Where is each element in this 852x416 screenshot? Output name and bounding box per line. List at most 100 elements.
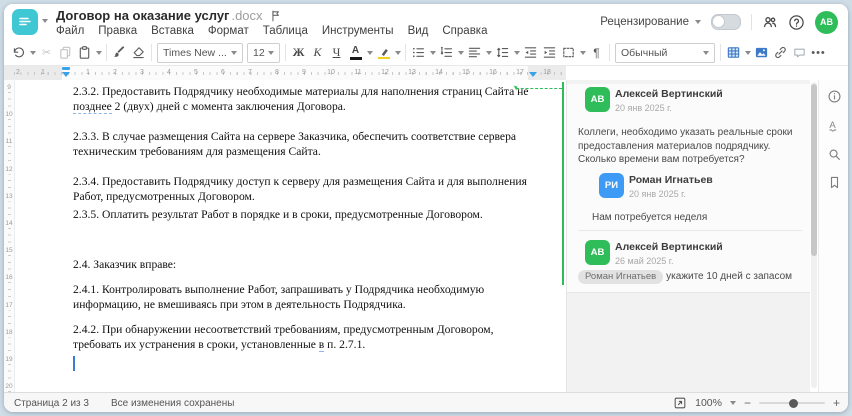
horizontal-ruler[interactable]: 2 1 1 2 3 4 5 6 7 8 9 10 11 12 13 14 15 16 17 18 <box>4 66 566 81</box>
numbered-list-dropdown[interactable] <box>456 42 465 64</box>
menu-format[interactable]: Формат <box>208 25 249 37</box>
comment-date: 20 янв 2025 г. <box>629 189 686 199</box>
more-tools-button[interactable]: ••• <box>809 42 828 64</box>
left-indent-marker[interactable] <box>62 72 70 77</box>
menu-help[interactable]: Справка <box>442 25 487 37</box>
search-button[interactable] <box>826 146 842 162</box>
doc-paragraph[interactable]: 2.3.3. В случае размещения Сайта на серв… <box>73 129 536 159</box>
vertical-scrollbar[interactable] <box>811 82 817 388</box>
paragraph-text: 2.3.5. Оплатить результат Работ в порядк… <box>73 208 483 221</box>
format-painter-button[interactable] <box>110 42 129 64</box>
ruler-number: 9 <box>302 69 306 76</box>
comment-text[interactable]: Нам потребуется неделя <box>592 211 804 225</box>
align-dropdown[interactable] <box>484 42 493 64</box>
menu-file[interactable]: Файл <box>56 25 84 37</box>
first-line-indent-marker[interactable] <box>62 67 70 70</box>
page-count-label[interactable]: Страница 2 из 3 <box>14 398 89 409</box>
menu-tools[interactable]: Инструменты <box>322 25 394 37</box>
font-color-dropdown[interactable] <box>365 42 374 64</box>
italic-button[interactable]: К <box>308 42 327 64</box>
font-color-button[interactable]: А <box>346 42 365 64</box>
doc-paragraph[interactable]: 2.4.1. Контролировать выполнение Работ, … <box>73 282 536 312</box>
font-size-select[interactable]: 12 <box>247 42 280 63</box>
insert-table-dropdown[interactable] <box>743 42 752 64</box>
font-name-select[interactable]: Times New ... <box>157 42 243 63</box>
review-mode-label: Рецензирование <box>600 16 689 28</box>
ruler-number: 8 <box>275 69 279 76</box>
scrollbar-thumb[interactable] <box>811 84 817 256</box>
doc-paragraph[interactable]: 2.3.2. Предоставить Подрядчику необходим… <box>73 84 536 114</box>
mention-chip[interactable]: Роман Игнатьев <box>578 270 664 284</box>
bookmark-button[interactable] <box>826 174 842 190</box>
ruler-number: 7 <box>248 69 252 76</box>
info-panel-button[interactable] <box>826 88 842 104</box>
header: Договор на оказание услуг .docx Файл Прав… <box>4 4 848 40</box>
highlight-button[interactable] <box>374 42 393 64</box>
toggle-knob <box>712 15 725 28</box>
menu-table[interactable]: Таблица <box>263 25 308 37</box>
bold-button[interactable]: Ж <box>289 42 308 64</box>
show-formatting-marks-button[interactable]: ¶ <box>587 42 606 64</box>
fit-width-icon[interactable] <box>673 396 687 410</box>
copy-button[interactable] <box>56 42 75 64</box>
zoom-out-button[interactable]: − <box>744 397 751 409</box>
ruler-number: 15 <box>4 247 14 256</box>
vertical-ruler[interactable]: 9 10 11 12 13 14 15 16 17 18 19 20 <box>4 80 15 392</box>
highlight-color-swatch <box>377 56 390 60</box>
line-spacing-dropdown[interactable] <box>512 42 521 64</box>
comment-text[interactable]: Роман Игнатьев укажите 10 дней с запасом <box>578 270 806 284</box>
doc-paragraph[interactable]: 2.3.5. Оплатить результат Работ в порядк… <box>73 207 536 222</box>
paste-dropdown[interactable] <box>94 42 103 64</box>
menu-edit[interactable]: Правка <box>98 25 137 37</box>
underline-button[interactable]: Ч <box>327 42 346 64</box>
zoom-in-button[interactable]: + <box>833 397 840 409</box>
numbered-list-button[interactable] <box>437 42 456 64</box>
paragraph-shading-button[interactable] <box>559 42 578 64</box>
zoom-value[interactable]: 100% <box>695 397 722 409</box>
align-left-button[interactable] <box>465 42 484 64</box>
ruler-number: 13 <box>408 69 416 76</box>
clear-format-button[interactable] <box>129 42 148 64</box>
help-icon[interactable] <box>788 14 805 31</box>
line-spacing-button[interactable] <box>493 42 512 64</box>
save-status-label: Все изменения сохранены <box>110 397 235 409</box>
bullet-list-dropdown[interactable] <box>428 42 437 64</box>
comment-text[interactable]: Коллеги, необходимо указать реальные сро… <box>578 126 806 167</box>
paste-button[interactable] <box>75 42 94 64</box>
menu-view[interactable]: Вид <box>408 25 429 37</box>
insert-link-button[interactable] <box>771 42 790 64</box>
ruler-number: 9 <box>4 84 14 92</box>
menu-insert[interactable]: Вставка <box>151 25 194 37</box>
increase-indent-button[interactable] <box>540 42 559 64</box>
document-workspace: 9 10 11 12 13 14 15 16 17 18 19 20 2.3.2. Предостав… <box>4 80 848 392</box>
spellcheck-button[interactable]: А <box>826 118 842 134</box>
users-icon[interactable] <box>762 14 778 30</box>
insert-image-button[interactable] <box>752 42 771 64</box>
user-avatar[interactable]: АВ <box>815 10 838 34</box>
doc-paragraph[interactable]: 2.4. Заказчик вправе: <box>73 257 536 272</box>
undo-dropdown[interactable] <box>28 42 37 64</box>
app-logo-icon[interactable] <box>12 9 38 35</box>
paragraph-shading-dropdown[interactable] <box>578 42 587 64</box>
comment-author: Алексей Вертинский <box>615 241 723 253</box>
chevron-down-icon[interactable] <box>729 401 736 405</box>
bullet-list-button[interactable] <box>409 42 428 64</box>
doc-paragraph[interactable]: 2.3.4. Предоставить Подрядчику доступ к … <box>73 174 536 204</box>
zoom-slider-thumb[interactable] <box>788 398 798 408</box>
decrease-indent-button[interactable] <box>521 42 540 64</box>
paragraph-style-select[interactable]: Обычный <box>615 42 715 63</box>
flag-icon[interactable] <box>269 9 283 23</box>
insert-table-button[interactable] <box>724 42 743 64</box>
right-indent-marker[interactable] <box>529 72 537 77</box>
undo-button[interactable] <box>9 42 28 64</box>
chevron-down-icon[interactable] <box>42 19 48 23</box>
highlight-dropdown[interactable] <box>393 42 402 64</box>
review-mode-dropdown[interactable]: Рецензирование <box>600 16 701 28</box>
review-toggle[interactable] <box>711 14 741 30</box>
zoom-slider[interactable] <box>758 398 825 408</box>
comment-change-bar <box>562 82 564 285</box>
doc-paragraph[interactable]: 2.4.2. При обнаружении несоответствий тр… <box>73 322 536 352</box>
paragraph-text: 2.4. Заказчик вправе: <box>73 258 177 271</box>
cut-button[interactable]: ✂ <box>37 42 56 64</box>
insert-comment-button[interactable] <box>790 42 809 64</box>
